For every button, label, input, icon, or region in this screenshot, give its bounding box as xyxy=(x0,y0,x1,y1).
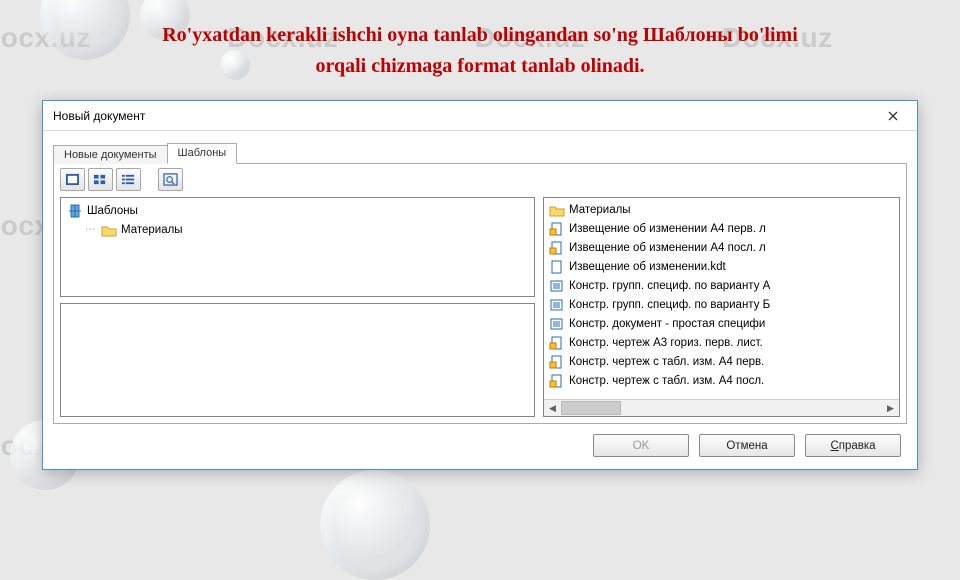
document-icon xyxy=(549,374,565,388)
list-item-label: Извещение об изменении А4 перв. л xyxy=(569,223,766,235)
list-item-label: Извещение об изменении А4 посл. л xyxy=(569,242,766,254)
list-item[interactable]: Извещение об изменении.kdt xyxy=(547,257,896,276)
document-icon xyxy=(549,222,565,236)
list-item-label: Констр. чертеж c табл. изм. А4 посл. xyxy=(569,375,764,387)
list-item-label: Материалы xyxy=(569,204,631,216)
folder-icon xyxy=(101,223,117,237)
cancel-button[interactable]: Отмена xyxy=(699,434,795,457)
list-item[interactable]: Извещение об изменении А4 перв. л xyxy=(547,219,896,238)
list-item-label: Извещение об изменении.kdt xyxy=(569,261,726,273)
close-button[interactable] xyxy=(871,102,915,130)
list-item[interactable]: Извещение об изменении А4 посл. л xyxy=(547,238,896,257)
document-icon xyxy=(549,241,565,255)
dialog-title: Новый документ xyxy=(53,109,871,123)
list-item[interactable]: Материалы xyxy=(547,200,896,219)
list-item-label: Констр. документ - простая специфи xyxy=(569,318,765,330)
close-icon xyxy=(888,111,898,121)
horizontal-scrollbar[interactable]: ◀ ▶ xyxy=(544,399,899,416)
dialog-buttons: OK Отмена Справка xyxy=(53,424,907,459)
list-item[interactable]: Констр. документ - простая специфи xyxy=(547,314,896,333)
preview-icon xyxy=(163,173,178,186)
template-tree[interactable]: Шаблоны ⋯ Материалы xyxy=(60,197,535,297)
list-icon xyxy=(121,173,136,186)
small-icons-icon xyxy=(93,173,108,186)
tab-templates[interactable]: Шаблоны xyxy=(167,143,238,164)
large-icons-icon xyxy=(65,173,80,186)
page-caption: Ro'yxatdan kerakli ishchi oyna tanlab ol… xyxy=(0,0,960,92)
document-icon xyxy=(549,260,565,274)
scroll-track[interactable] xyxy=(561,400,882,416)
document-icon xyxy=(549,336,565,350)
tree-root[interactable]: Шаблоны xyxy=(65,201,530,220)
preview-pane xyxy=(60,303,535,417)
view-toolbar xyxy=(60,168,900,191)
list-item[interactable]: Констр. чертеж А3 гориз. перв. лист. xyxy=(547,333,896,352)
document-icon xyxy=(549,279,565,293)
view-preview-button[interactable] xyxy=(158,168,183,191)
document-icon xyxy=(549,298,565,312)
list-item[interactable]: Констр. групп. специф. по варианту А xyxy=(547,276,896,295)
scroll-left-icon[interactable]: ◀ xyxy=(544,400,561,416)
folder-icon xyxy=(549,203,565,217)
list-item-label: Констр. групп. специф. по варианту А xyxy=(569,280,770,292)
scroll-right-icon[interactable]: ▶ xyxy=(882,400,899,416)
view-small-icons-button[interactable] xyxy=(88,168,113,191)
document-icon xyxy=(549,355,565,369)
document-icon xyxy=(549,317,565,331)
tab-new-documents[interactable]: Новые документы xyxy=(53,145,168,164)
scroll-thumb[interactable] xyxy=(561,401,621,415)
view-list-button[interactable] xyxy=(116,168,141,191)
view-large-icons-button[interactable] xyxy=(60,168,85,191)
ok-button[interactable]: OK xyxy=(593,434,689,457)
list-item-label: Констр. групп. специф. по варианту Б xyxy=(569,299,770,311)
tree-connector-icon: ⋯ xyxy=(85,224,97,235)
template-list[interactable]: Материалы Извещение об изменении А4 перв… xyxy=(543,197,900,417)
list-item[interactable]: Констр. чертеж c табл. изм. А4 перв. xyxy=(547,352,896,371)
tabstrip: Новые документы Шаблоны xyxy=(53,139,907,163)
new-document-dialog: Новый документ Новые документы Шаблоны xyxy=(42,100,918,470)
list-item-label: Констр. чертеж А3 гориз. перв. лист. xyxy=(569,337,763,349)
tree-child-materials[interactable]: ⋯ Материалы xyxy=(65,220,530,239)
list-item[interactable]: Констр. групп. специф. по варианту Б xyxy=(547,295,896,314)
titlebar[interactable]: Новый документ xyxy=(43,101,917,131)
help-button[interactable]: Справка xyxy=(805,434,901,457)
templates-root-icon xyxy=(67,204,83,218)
list-item-label: Констр. чертеж c табл. изм. А4 перв. xyxy=(569,356,764,368)
list-item[interactable]: Констр. чертеж c табл. изм. А4 посл. xyxy=(547,371,896,390)
